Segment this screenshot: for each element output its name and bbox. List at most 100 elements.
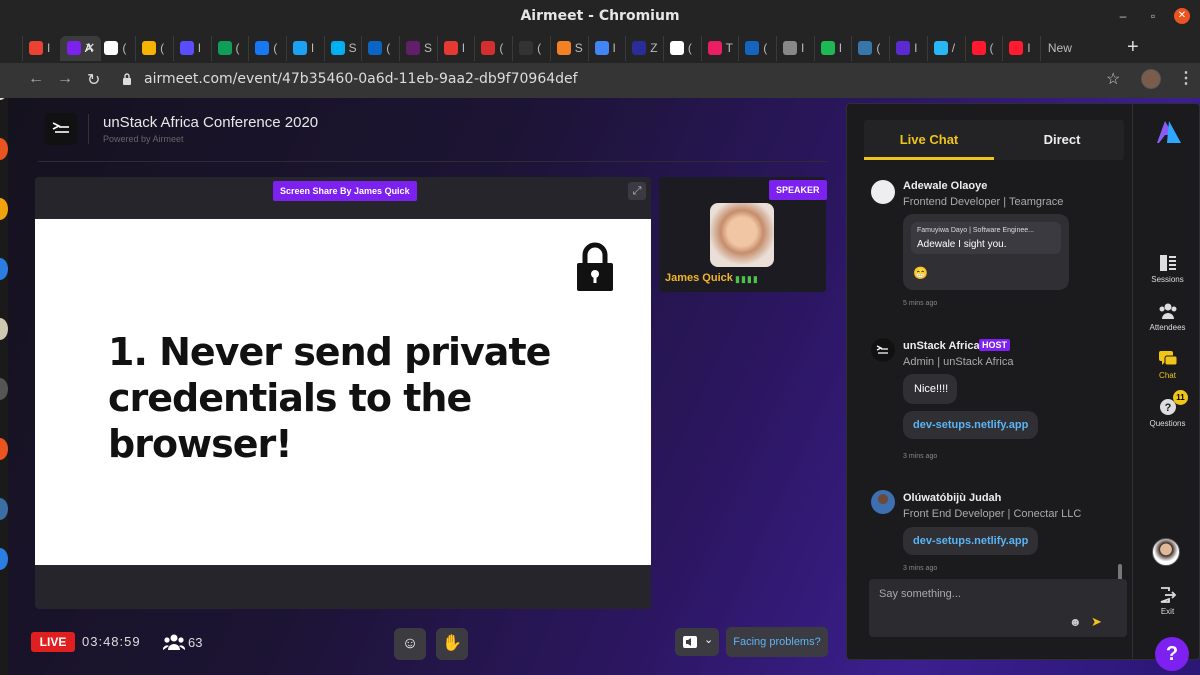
tab-label: ( (273, 41, 278, 55)
message-author-title: Admin | unStack Africa (903, 356, 1014, 368)
tab-label: ( (989, 41, 994, 55)
browser-tab[interactable]: ( (474, 36, 512, 61)
tab-live-chat[interactable]: Live Chat (864, 120, 994, 160)
rail-attendees-label: Attendees (1149, 323, 1186, 332)
message-link[interactable]: dev-setups.netlify.app (903, 527, 1039, 555)
browser-tab[interactable]: ( (210, 36, 249, 61)
address-bar[interactable]: airmeet.com/event/47b35460-0a6d-11eb-9aa… (144, 71, 578, 87)
browser-tab[interactable]: I (172, 36, 211, 61)
tab-favicon-icon (745, 41, 760, 55)
message-author: Adewale Olaoye (903, 180, 988, 192)
close-window-icon[interactable]: ✕ (1174, 8, 1190, 24)
minimize-icon[interactable]: – (1115, 8, 1131, 24)
browser-tab-active[interactable]: A ✕ (59, 36, 102, 61)
browser-tab[interactable]: ( (964, 36, 1003, 61)
tab-label: I (801, 41, 805, 55)
bookmark-star-icon[interactable]: ☆ (1106, 69, 1120, 89)
avatar (871, 490, 895, 514)
airmeet-app: unStack Africa Conference 2020 Powered b… (8, 98, 1200, 675)
profile-avatar[interactable] (1141, 69, 1161, 89)
padlock-icon (577, 242, 613, 291)
browser-tab[interactable]: ( (851, 36, 889, 61)
back-icon[interactable]: ← (28, 70, 44, 88)
attendee-count: 63 (188, 635, 203, 650)
dock-app-icon[interactable] (0, 548, 8, 570)
browser-tab[interactable]: I (436, 36, 475, 61)
rail-exit[interactable]: Exit (1133, 586, 1199, 616)
reload-icon[interactable]: ↻ (87, 70, 100, 90)
tab-label: T (725, 41, 733, 55)
dock-app-icon[interactable] (0, 438, 8, 460)
tab-favicon-icon (1009, 41, 1024, 55)
rail-attendees[interactable]: Attendees (1133, 302, 1199, 332)
rail-questions[interactable]: ? Questions (1133, 398, 1199, 428)
event-title: unStack Africa Conference 2020 (103, 114, 319, 131)
message-time: 5 mins ago (903, 300, 938, 307)
browser-tab[interactable]: ( (361, 36, 399, 61)
browser-tab[interactable]: Z (625, 36, 663, 61)
browser-tab[interactable]: ( (248, 36, 286, 61)
maximize-icon[interactable]: ▫ (1145, 8, 1161, 24)
tab-favicon-icon (858, 41, 873, 55)
browser-tab[interactable]: ( (662, 36, 701, 61)
browser-tab[interactable]: New (1039, 36, 1078, 61)
browser-tab[interactable]: I (285, 36, 324, 61)
tab-close-icon[interactable]: ✕ (84, 40, 95, 56)
tab-favicon-icon (104, 41, 119, 55)
browser-tab[interactable]: S (549, 36, 588, 61)
help-button[interactable]: ? (1155, 637, 1189, 671)
tab-label: ( (122, 41, 127, 55)
browser-tab[interactable]: ( (738, 36, 776, 61)
browser-tab[interactable]: T (700, 36, 739, 61)
tab-favicon-icon (820, 41, 835, 55)
rail-sessions[interactable]: Sessions (1133, 254, 1199, 284)
facing-problems-button[interactable]: Facing problems? (726, 627, 828, 657)
browser-tab[interactable]: / (926, 36, 965, 61)
browser-tab[interactable]: S (399, 36, 437, 61)
browser-tab[interactable]: I (889, 36, 927, 61)
message-author-title: Front End Developer | Conectar LLC (903, 508, 1082, 520)
browser-menu-icon[interactable]: ⋮ (1178, 68, 1194, 88)
rail-chat[interactable]: Chat (1133, 350, 1199, 380)
message-link[interactable]: dev-setups.netlify.app (903, 411, 1039, 439)
tab-favicon-icon (896, 41, 911, 55)
attendees-rail-icon (1159, 303, 1176, 319)
message-time: 3 mins ago (903, 453, 938, 460)
tab-label: I (612, 41, 616, 55)
send-icon[interactable]: ➤ (1091, 614, 1102, 630)
browser-tab[interactable]: ( (512, 36, 550, 61)
tab-label: S (348, 41, 357, 55)
tab-label: I (310, 41, 315, 55)
dock-app-icon[interactable] (0, 138, 8, 160)
browser-tab[interactable]: ( (97, 36, 135, 61)
tab-favicon-icon (971, 41, 986, 55)
new-tab-icon[interactable]: + (1127, 36, 1139, 59)
browser-tab[interactable]: I (22, 36, 60, 61)
browser-tab[interactable]: I (1002, 36, 1040, 61)
dock-app-icon[interactable] (0, 378, 8, 400)
user-avatar[interactable] (1152, 538, 1180, 566)
tab-label: Z (650, 41, 658, 55)
rail-chat-label: Chat (1159, 371, 1176, 380)
tab-favicon-icon (556, 41, 571, 55)
browser-tab[interactable]: ( (135, 36, 173, 61)
tab-label: I (914, 41, 918, 55)
dock-app-icon[interactable] (0, 498, 8, 520)
browser-tab[interactable]: I (813, 36, 852, 61)
dock-app-icon[interactable] (0, 198, 8, 220)
forward-icon[interactable]: → (57, 70, 73, 88)
tab-favicon-icon (669, 41, 684, 55)
dock-app-icon[interactable] (0, 258, 8, 280)
emoji-picker-icon[interactable]: ☻ (1069, 615, 1082, 629)
event-logo (45, 113, 77, 145)
emoji-reaction-button[interactable]: ☺ (394, 628, 426, 660)
dock-app-icon[interactable] (0, 318, 8, 340)
browser-tab[interactable]: S (323, 36, 362, 61)
browser-tab[interactable]: I (776, 36, 814, 61)
fullscreen-icon[interactable]: ⤢ (628, 182, 646, 200)
browser-tab[interactable]: I (587, 36, 626, 61)
tab-direct[interactable]: Direct (997, 120, 1127, 160)
window-titlebar: Airmeet - Chromium – ▫ ✕ (0, 0, 1200, 33)
raise-hand-button[interactable]: ✋ (436, 628, 468, 660)
camera-settings-button[interactable]: ⌄ (675, 628, 719, 656)
